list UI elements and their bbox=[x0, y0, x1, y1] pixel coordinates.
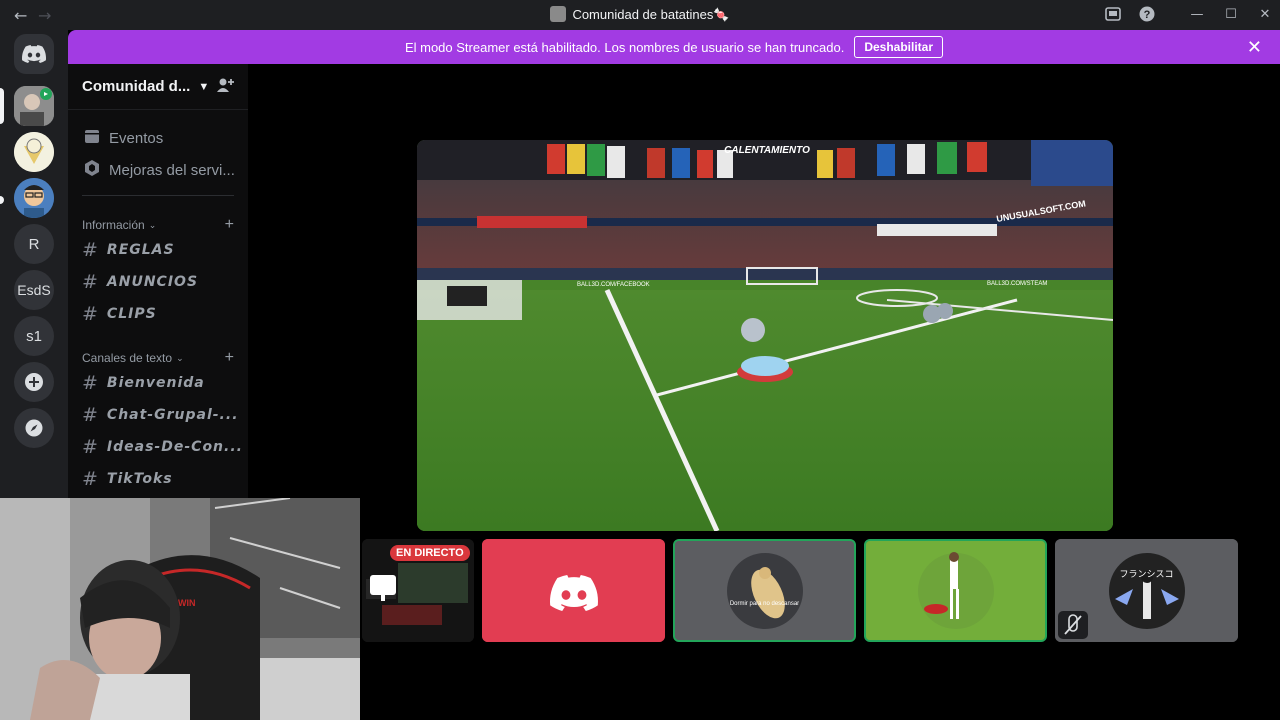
tile-name: フランシスコ bbox=[1119, 570, 1174, 580]
live-badge: EN DIRECTO bbox=[390, 545, 470, 561]
chevron-down-icon: ▼ bbox=[198, 80, 210, 93]
tile-user-gecko[interactable]: Dormir para no descansar bbox=[673, 539, 856, 642]
channel-reglas[interactable]: # REGLAS bbox=[82, 239, 175, 261]
plus-icon[interactable]: + bbox=[225, 216, 234, 234]
channel-chat-grupal[interactable]: # Chat-Grupal-... bbox=[82, 404, 239, 426]
chevron-down-icon: ⌄ bbox=[176, 352, 184, 363]
chevron-down-icon: ⌄ bbox=[148, 219, 157, 230]
hash-icon: # bbox=[82, 468, 99, 490]
streamer-mode-banner: El modo Streamer está habilitado. Los no… bbox=[68, 30, 1280, 64]
hash-icon: # bbox=[82, 404, 99, 426]
discord-logo-icon bbox=[550, 575, 599, 611]
tile-user-football[interactable] bbox=[864, 539, 1047, 642]
plus-icon bbox=[25, 373, 43, 391]
channel-tiktoks[interactable]: # TikToks bbox=[82, 468, 173, 490]
scoreboard-label: CALENTAMIENTO bbox=[724, 145, 810, 156]
category-informacion[interactable]: Información ⌄ + bbox=[82, 216, 234, 234]
stream-view[interactable]: CALENTAMIENTO UNUSUALSOFT.COM BALL3D.COM… bbox=[417, 140, 1113, 531]
window-close-icon[interactable]: ✕ bbox=[1256, 6, 1274, 24]
sidebar-item-events[interactable]: Eventos bbox=[82, 128, 163, 148]
window-title: Comunidad de batatines🍬 bbox=[0, 6, 1280, 23]
ad-board-text-2: BALL3D.COM/FACEBOOK bbox=[577, 282, 650, 288]
hash-icon: # bbox=[82, 239, 99, 261]
discord-home-button[interactable] bbox=[14, 34, 54, 74]
channel-clips[interactable]: # CLIPS bbox=[82, 303, 157, 325]
tile-caption: Dormir para no descansar bbox=[729, 601, 800, 607]
help-icon[interactable]: ? bbox=[1138, 6, 1156, 24]
compass-icon bbox=[25, 419, 43, 437]
maximize-icon[interactable]: ☐ bbox=[1222, 6, 1240, 24]
sidebar-item-boosts[interactable]: Mejoras del servi... bbox=[82, 160, 235, 180]
tile-discord-user[interactable] bbox=[482, 539, 665, 642]
channel-bienvenida[interactable]: # Bienvenida bbox=[82, 372, 205, 394]
hash-icon: # bbox=[82, 436, 99, 458]
plus-icon[interactable]: + bbox=[225, 349, 234, 367]
server-header[interactable]: Comunidad d... ▼ bbox=[68, 64, 248, 110]
server-icon-esds[interactable]: EsdS bbox=[14, 270, 54, 310]
banner-text: El modo Streamer está habilitado. Los no… bbox=[404, 39, 845, 55]
server-icon-batatines[interactable] bbox=[14, 86, 54, 126]
disable-streamer-button[interactable]: Deshabilitar bbox=[854, 36, 944, 58]
boost-gem-icon bbox=[82, 160, 102, 180]
minimize-icon[interactable]: — bbox=[1188, 6, 1206, 24]
tile-user-francisco[interactable]: フランシスコ bbox=[1055, 539, 1238, 642]
svg-text:?: ? bbox=[1144, 9, 1151, 21]
category-canales-de-texto[interactable]: Canales de texto ⌄ + bbox=[82, 349, 234, 367]
server-name: Comunidad d... bbox=[82, 78, 191, 95]
hash-icon: # bbox=[82, 303, 99, 325]
unread-indicator bbox=[0, 196, 4, 204]
divider bbox=[82, 195, 234, 196]
stream-video: CALENTAMIENTO UNUSUALSOFT.COM BALL3D.COM… bbox=[417, 140, 1113, 531]
server-icon-s1[interactable]: s1 bbox=[14, 316, 54, 356]
calendar-icon bbox=[82, 128, 102, 148]
channel-anuncios[interactable]: # ANUNCIOS bbox=[82, 271, 198, 293]
explore-servers-button[interactable] bbox=[14, 408, 54, 448]
add-user-icon[interactable] bbox=[216, 76, 234, 98]
monitor-icon bbox=[370, 575, 396, 595]
server-icon-avatar-1[interactable] bbox=[14, 132, 54, 172]
server-icon-r[interactable]: R bbox=[14, 224, 54, 264]
discord-logo-icon bbox=[22, 45, 46, 63]
inbox-icon[interactable] bbox=[1104, 6, 1122, 24]
close-icon[interactable]: ✕ bbox=[1247, 37, 1262, 58]
server-icon-avatar-2[interactable] bbox=[14, 178, 54, 218]
ad-board-text-3: BALL3D.COM/STEAM bbox=[987, 281, 1047, 287]
webcam-overlay: WIN bbox=[0, 498, 360, 720]
chair-logo-text: WIN bbox=[178, 598, 196, 608]
add-server-button[interactable] bbox=[14, 362, 54, 402]
channel-ideas[interactable]: # Ideas-De-Con... bbox=[82, 436, 243, 458]
hash-icon: # bbox=[82, 372, 99, 394]
server-icon bbox=[550, 6, 567, 22]
selected-indicator bbox=[0, 88, 4, 124]
hash-icon: # bbox=[82, 271, 99, 293]
title-bar: ← → Comunidad de batatines🍬 ? — ☐ ✕ bbox=[0, 0, 1280, 30]
